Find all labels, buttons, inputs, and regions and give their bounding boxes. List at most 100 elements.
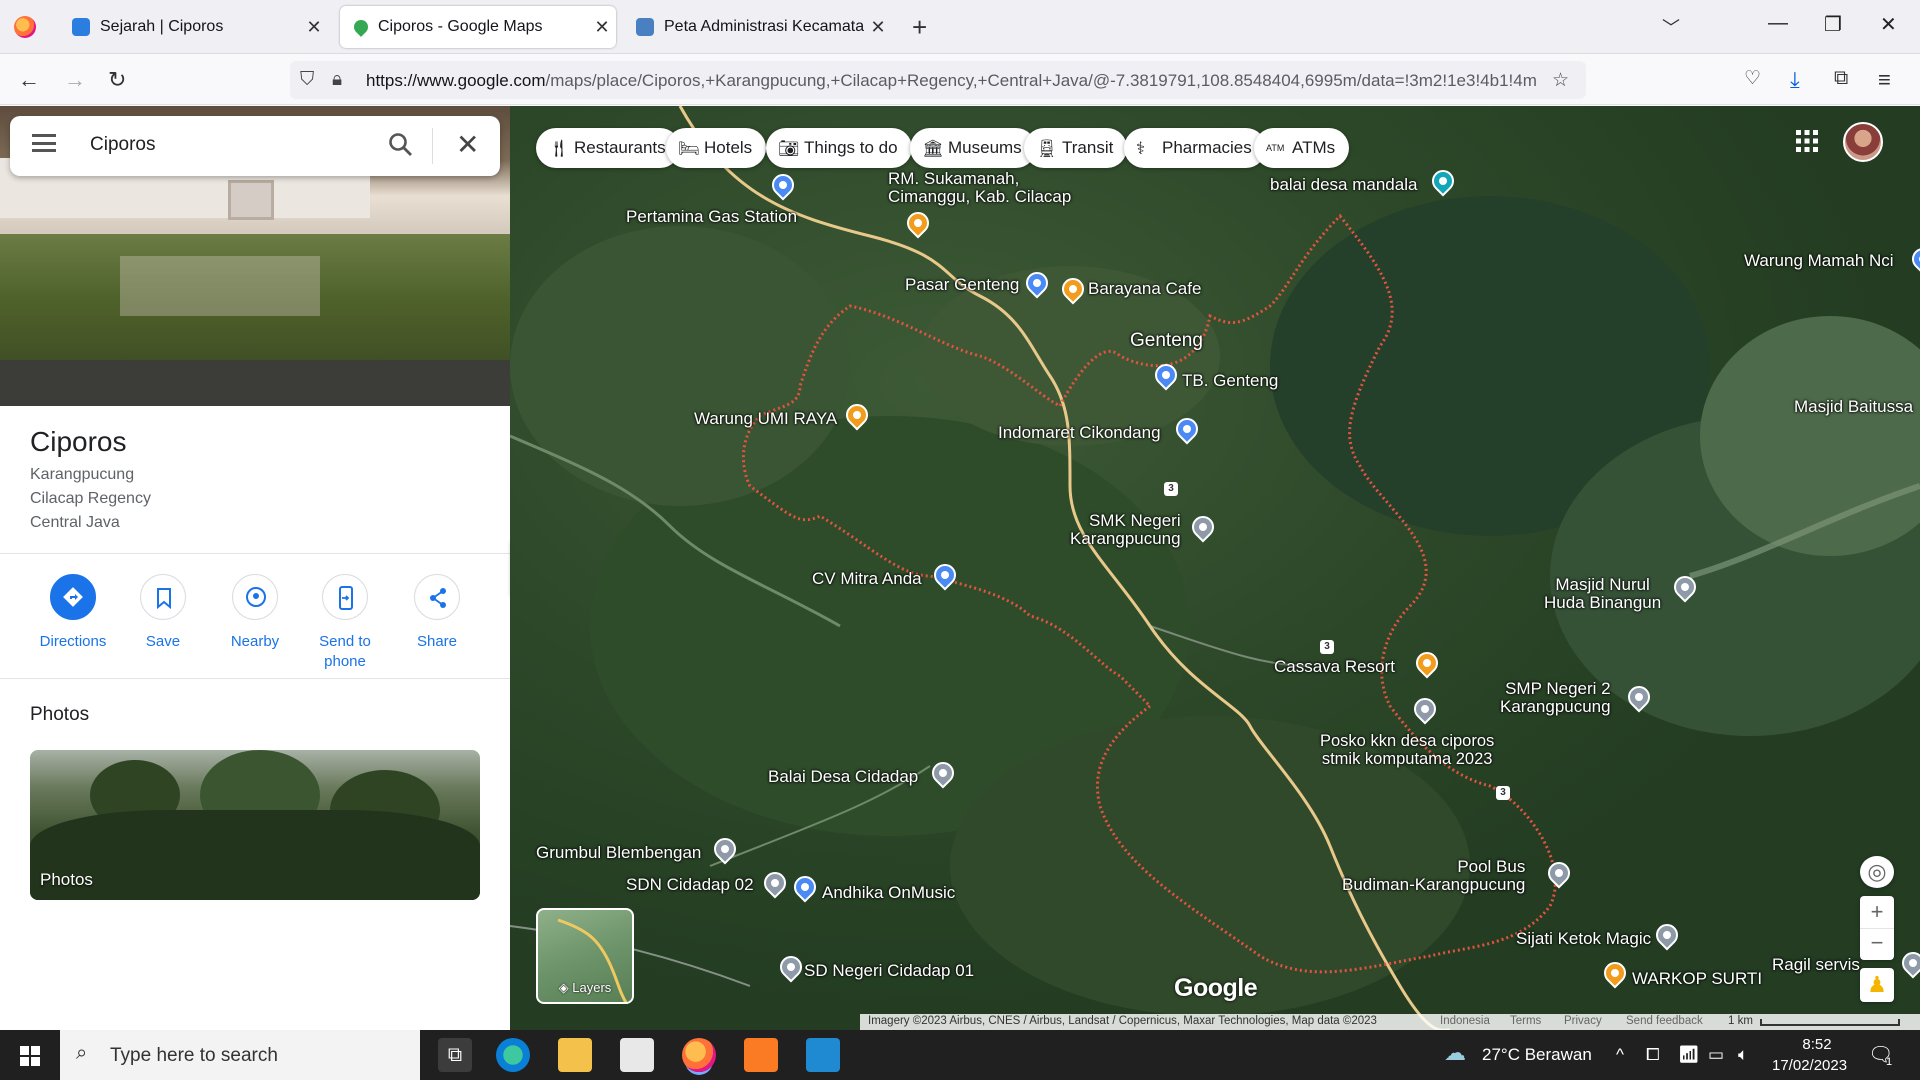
account-avatar[interactable] xyxy=(1843,122,1883,162)
place-label[interactable]: Masjid Baitussa xyxy=(1794,398,1913,416)
clock-date[interactable]: 17/02/2023 xyxy=(1772,1057,1847,1074)
address-bar[interactable]: ⛉ 🔒︎ https://www.google.com/maps/place/C… xyxy=(290,61,1586,99)
footer-link-send-feedback[interactable]: Send feedback xyxy=(1626,1015,1703,1027)
footer-link-terms[interactable]: Terms xyxy=(1510,1015,1541,1027)
pocket-icon[interactable]: ♡ xyxy=(1744,67,1761,90)
place-label[interactable]: Balai Desa Cidadap xyxy=(768,768,918,786)
chip-things-to-do[interactable]: 📷︎ Things to do xyxy=(766,128,912,168)
show-hidden-icons-chevron-icon[interactable]: ^ xyxy=(1616,1045,1624,1065)
chip-atms[interactable]: ATM ATMs xyxy=(1254,128,1350,168)
file-explorer-icon[interactable] xyxy=(558,1038,592,1072)
mail-icon[interactable] xyxy=(620,1038,654,1072)
xampp-icon[interactable] xyxy=(744,1038,778,1072)
taskbar-search-box[interactable]: ⌕ Type here to search xyxy=(60,1030,420,1080)
lock-icon[interactable]: 🔒︎ xyxy=(332,69,342,91)
place-label[interactable]: SMP Negeri 2 Karangpucung xyxy=(1500,680,1611,716)
place-label[interactable]: Grumbul Blembengan xyxy=(536,844,701,862)
place-label[interactable]: Warung Mamah Nci xyxy=(1744,252,1894,270)
wifi-icon[interactable]: 📶︎ xyxy=(1678,1045,1700,1065)
share-button[interactable]: Share xyxy=(392,574,482,652)
search-box[interactable]: Ciporos ✕ xyxy=(10,116,500,176)
place-label[interactable]: SDN Cidadap 02 xyxy=(626,876,754,894)
place-label[interactable]: Barayana Cafe xyxy=(1088,280,1201,298)
nearby-button[interactable]: Nearby xyxy=(210,574,300,652)
place-label[interactable]: Pertamina Gas Station xyxy=(626,208,797,226)
scale-label[interactable]: 1 km xyxy=(1728,1015,1753,1027)
url-text[interactable]: https://www.google.com/maps/place/Ciporo… xyxy=(366,71,1566,91)
chip-museums[interactable]: 🏛︎ Museums xyxy=(910,128,1036,168)
place-label[interactable]: Andhika OnMusic xyxy=(822,884,955,902)
minimize-icon[interactable]: — xyxy=(1768,12,1788,35)
save-button[interactable]: Save xyxy=(118,574,208,652)
chip-hotels[interactable]: 🛏︎ Hotels xyxy=(666,128,767,168)
volume-icon[interactable]: 🔈︎ xyxy=(1738,1045,1748,1065)
place-label[interactable]: SMK Negeri Karangpucung xyxy=(1070,512,1181,548)
extensions-icon[interactable]: ⧉ xyxy=(1834,67,1848,90)
task-view-icon[interactable]: ⧉ xyxy=(438,1038,472,1072)
tracking-shield-icon[interactable]: ⛉ xyxy=(300,69,314,91)
meet-now-icon[interactable]: ⧠ xyxy=(1646,1045,1660,1065)
directions-button[interactable]: Directions xyxy=(28,574,118,652)
footer-link-privacy[interactable]: Privacy xyxy=(1564,1015,1602,1027)
place-label[interactable]: Masjid Nurul Huda Binangun xyxy=(1544,576,1661,612)
weather-text[interactable]: 27°C Berawan xyxy=(1482,1045,1592,1065)
place-label[interactable]: Pool Bus Budiman-Karangpucung xyxy=(1342,858,1525,894)
place-label[interactable]: Warung UMI RAYA xyxy=(694,410,837,428)
place-label[interactable]: Indomaret Cikondang xyxy=(998,424,1161,442)
window-close-icon[interactable]: ✕ xyxy=(1880,12,1897,37)
pegman-street-view-icon[interactable]: ♟ xyxy=(1860,968,1894,1002)
place-label[interactable]: Pasar Genteng xyxy=(905,276,1019,294)
tab-favicon-icon xyxy=(636,18,654,36)
place-label[interactable]: Cassava Resort xyxy=(1274,658,1395,676)
windows-start-icon[interactable] xyxy=(20,1046,40,1066)
tab-close-icon[interactable]: ✕ xyxy=(588,17,616,38)
place-label[interactable]: TB. Genteng xyxy=(1182,372,1278,390)
satellite-map[interactable]: 🍴︎ Restaurants 🛏︎ Hotels 📷︎ Things to do 🏛︎… xyxy=(510,106,1920,1030)
search-input[interactable]: Ciporos xyxy=(90,134,155,156)
app-menu-icon[interactable]: ≡ xyxy=(1878,67,1891,93)
zoom-out-minus-icon[interactable]: − xyxy=(1860,928,1894,960)
tab-peta-administrasi[interactable]: Peta Administrasi Kecamatan Ka ✕ xyxy=(622,6,892,48)
firefox-taskbar-icon[interactable] xyxy=(682,1038,716,1072)
footer-link-indonesia[interactable]: Indonesia xyxy=(1440,1015,1490,1027)
bookmark-star-icon[interactable]: ☆ xyxy=(1552,69,1569,92)
firefox-logo-icon[interactable] xyxy=(14,16,36,38)
chip-restaurants[interactable]: 🍴︎ Restaurants xyxy=(536,128,680,168)
clear-search-close-icon[interactable]: ✕ xyxy=(456,128,479,161)
area-label[interactable]: Genteng xyxy=(1130,331,1203,350)
place-label[interactable]: balai desa mandala xyxy=(1270,176,1417,194)
layers-button[interactable]: ◈ Layers xyxy=(536,908,634,1004)
forward-arrow-icon[interactable]: → xyxy=(64,67,86,93)
place-label[interactable]: Posko kkn desa ciporos stmik komputama 2… xyxy=(1320,732,1494,768)
tab-close-icon[interactable]: ✕ xyxy=(864,17,892,38)
tab-sejarah[interactable]: Sejarah | Ciporos ✕ xyxy=(58,6,328,48)
hamburger-menu-icon[interactable] xyxy=(32,134,56,152)
photos-tile[interactable]: Photos xyxy=(30,750,480,900)
place-label[interactable]: CV Mitra Anda xyxy=(812,570,922,588)
tab-google-maps[interactable]: Ciporos - Google Maps ✕ xyxy=(340,6,616,48)
google-apps-grid-icon[interactable] xyxy=(1796,130,1818,152)
place-label[interactable]: SD Negeri Cidadap 01 xyxy=(804,962,974,980)
back-arrow-icon[interactable]: ← xyxy=(18,67,40,93)
place-label[interactable]: WARKOP SURTI xyxy=(1632,970,1762,988)
list-all-tabs-chevron-icon[interactable]: ﹀ xyxy=(1662,14,1680,40)
zoom-in-plus-icon[interactable]: + xyxy=(1860,896,1894,928)
tab-close-icon[interactable]: ✕ xyxy=(300,17,328,38)
weather-cloud-icon[interactable]: ☁ xyxy=(1444,1040,1466,1066)
reload-icon[interactable]: ↻ xyxy=(108,67,126,93)
new-tab-plus-icon[interactable]: + xyxy=(912,12,927,43)
downloads-icon[interactable]: ⤓ xyxy=(1790,67,1800,93)
clock-time[interactable]: 8:52 xyxy=(1782,1036,1852,1053)
chip-transit[interactable]: 🚆︎ Transit xyxy=(1024,128,1128,168)
chip-pharmacies[interactable]: ⚕︎ Pharmacies xyxy=(1124,128,1266,168)
restore-icon[interactable]: ❐ xyxy=(1824,12,1842,37)
vscode-icon[interactable] xyxy=(806,1038,840,1072)
place-label[interactable]: RM. Sukamanah, Cimanggu, Kab. Cilacap xyxy=(888,170,1071,206)
my-location-icon[interactable]: ◎ xyxy=(1860,856,1894,888)
place-label[interactable]: Sijati Ketok Magic xyxy=(1516,930,1651,948)
edge-icon[interactable] xyxy=(496,1038,530,1072)
send-to-phone-button[interactable]: Send to phone xyxy=(300,574,390,672)
battery-icon[interactable]: ▭ xyxy=(1708,1045,1724,1065)
place-label[interactable]: Ragil servis xyxy=(1772,956,1860,974)
search-icon[interactable] xyxy=(388,132,414,158)
